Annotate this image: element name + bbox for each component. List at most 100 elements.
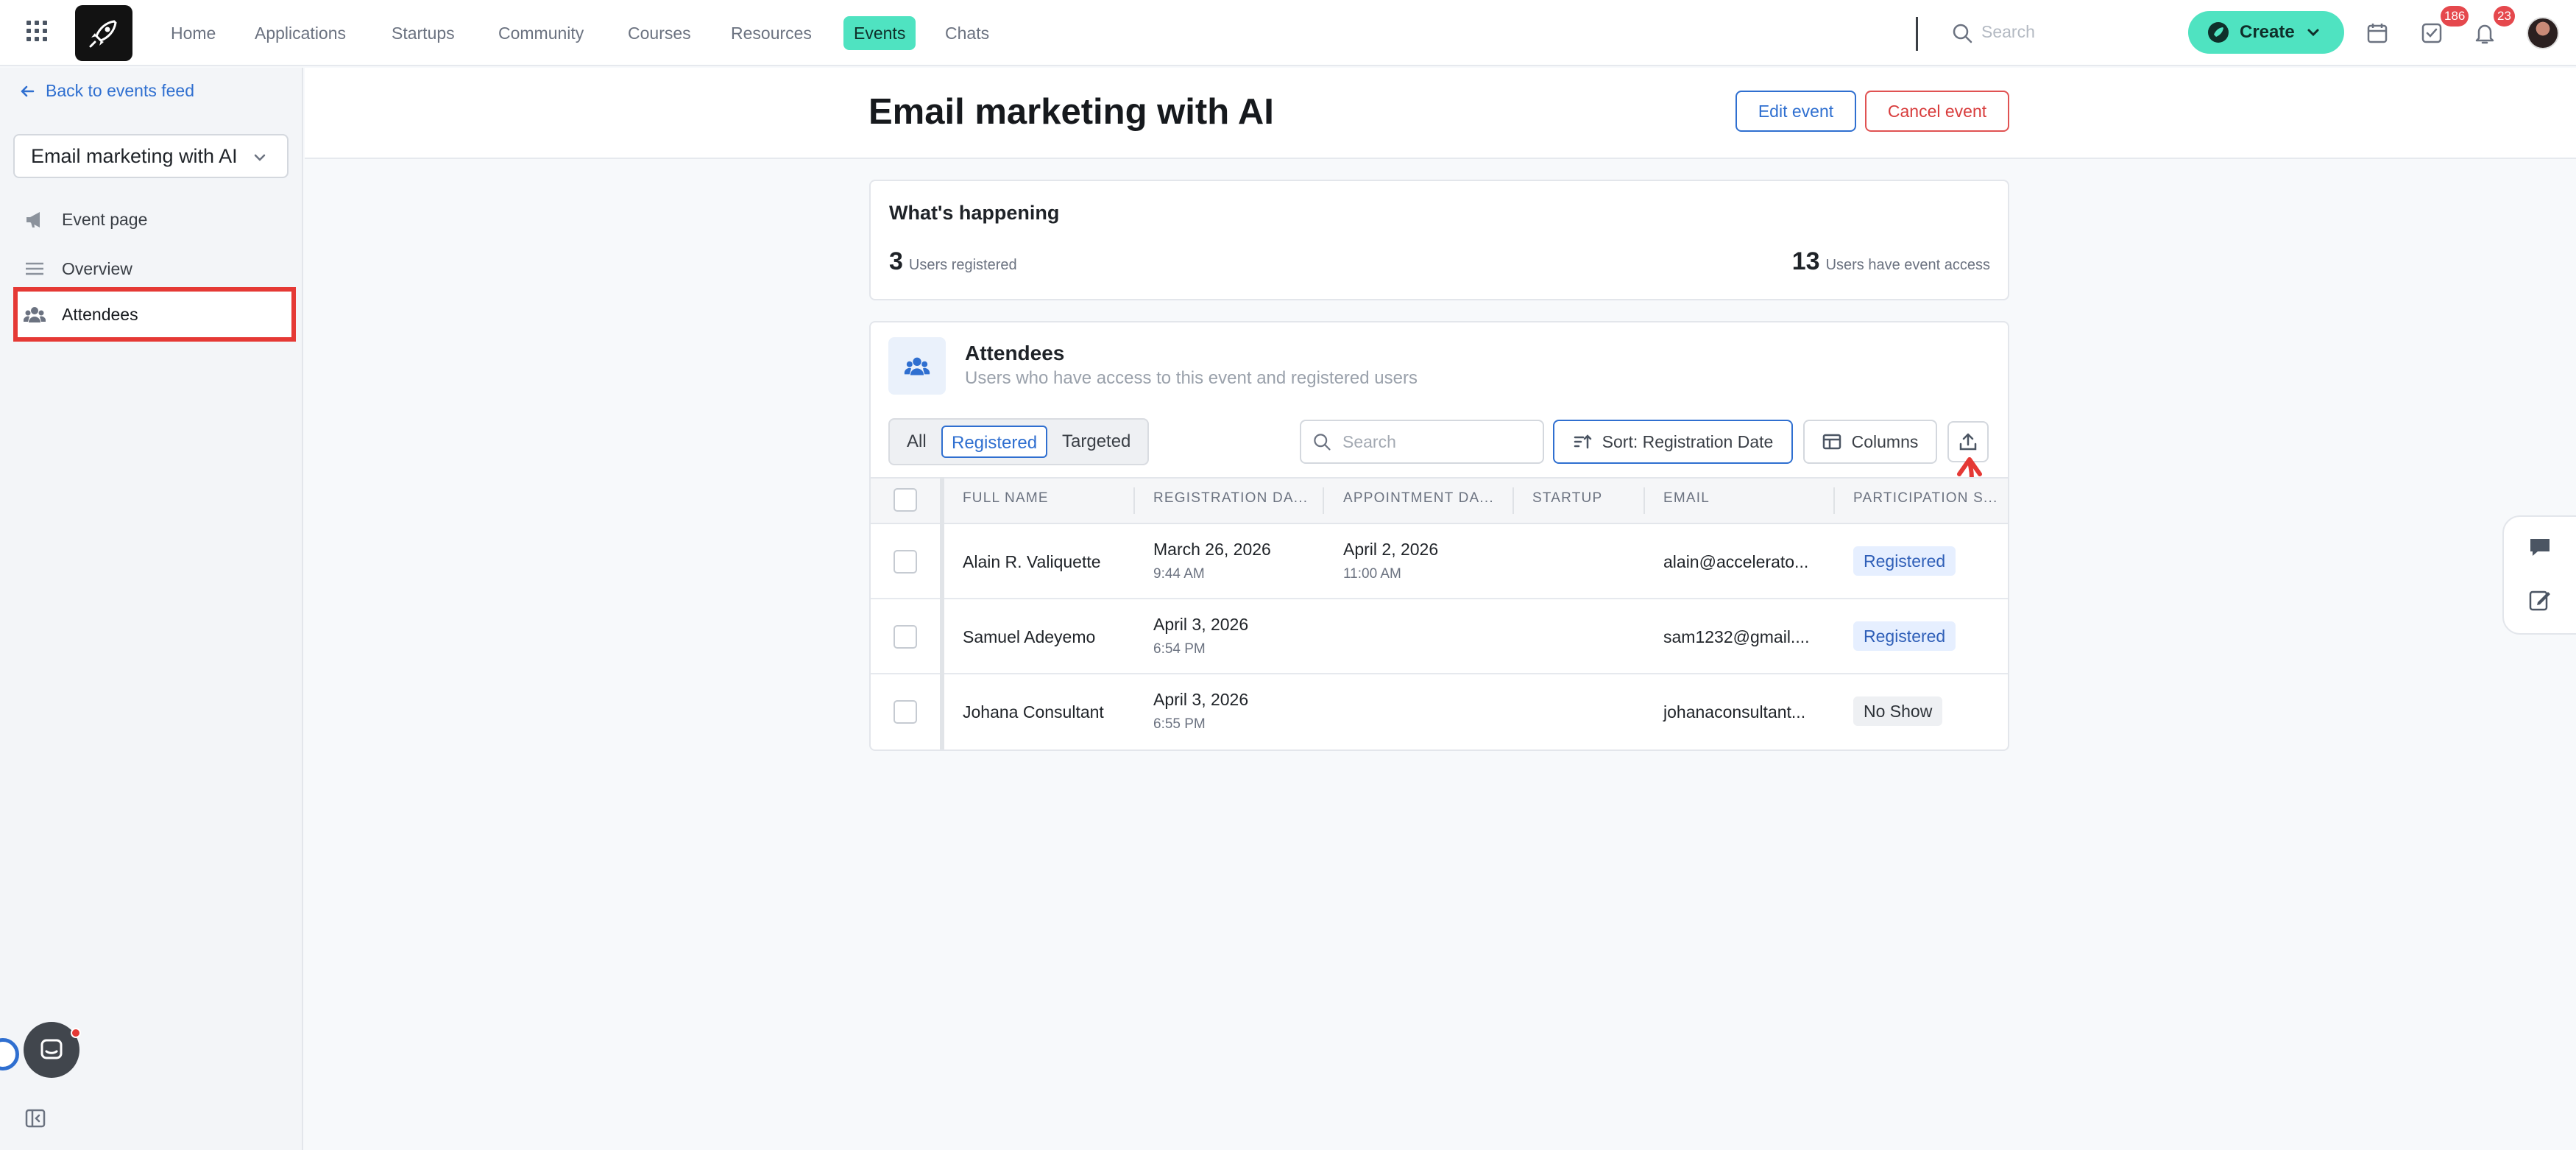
back-link-label: Back to events feed [46, 81, 195, 100]
tasks-badge: 186 [2441, 6, 2469, 27]
sort-icon [1574, 434, 1591, 449]
rocket-icon [2208, 22, 2229, 43]
appointment-time: 11:00 AM [1343, 566, 1401, 582]
access-count: 13 [1791, 247, 1820, 275]
nav-resources[interactable]: Resources [731, 0, 812, 66]
upload-icon [1959, 433, 1977, 451]
apps-grid-icon[interactable] [26, 21, 47, 41]
status-badge: No Show [1853, 696, 1943, 726]
column-divider[interactable] [1643, 487, 1645, 514]
attendees-title: Attendees [965, 342, 1065, 364]
rocket-logo-icon[interactable] [75, 5, 132, 61]
select-all-checkbox[interactable] [894, 488, 917, 512]
column-header-appointment-date[interactable]: APPOINTMENT DA... [1343, 490, 1494, 507]
arrow-left-icon [21, 85, 35, 96]
event-select[interactable]: Email marketing with AI [13, 134, 289, 178]
megaphone-icon [26, 212, 40, 227]
column-header-full-name[interactable]: FULL NAME [963, 490, 1049, 507]
whats-happening-card [869, 180, 2009, 300]
column-header-email[interactable]: EMAIL [1663, 490, 1710, 507]
row-checkbox[interactable] [894, 625, 917, 649]
sidebar: Back to events feed Email marketing with… [0, 68, 303, 1150]
users-icon [24, 307, 46, 322]
access-stat: 13 Users have event access [1792, 247, 1990, 276]
row-checkbox[interactable] [894, 700, 917, 724]
user-avatar[interactable] [2527, 17, 2559, 49]
registration-date: April 3, 2026 [1153, 690, 1249, 709]
nav-applications[interactable]: Applications [255, 0, 346, 66]
filter-targeted[interactable]: Targeted [1062, 426, 1130, 458]
filter-registered[interactable]: Registered [941, 426, 1048, 458]
edit-icon[interactable] [2527, 588, 2552, 613]
collapse-sidebar-icon[interactable] [25, 1109, 46, 1128]
access-label: Users have event access [1825, 257, 1990, 273]
sidebar-item-label: Overview [62, 258, 132, 278]
chevron-down-icon [2307, 29, 2319, 37]
registered-stat: 3 Users registered [889, 247, 1017, 276]
create-button[interactable]: Create [2188, 11, 2344, 54]
nav-events[interactable]: Events [843, 16, 916, 50]
email-cell: johanaconsultant... [1663, 702, 1806, 722]
registration-time: 6:54 PM [1153, 641, 1206, 657]
chevron-down-icon [254, 154, 266, 161]
email-cell: alain@accelerato... [1663, 552, 1809, 571]
page-title: Email marketing with AI [868, 92, 1274, 132]
search-icon[interactable] [1950, 21, 1974, 45]
users-icon [904, 357, 930, 375]
global-search-input[interactable]: Search [1981, 22, 2035, 42]
attendees-icon-box [888, 337, 946, 395]
cancel-event-button[interactable]: Cancel event [1865, 91, 2009, 132]
attendee-name: Johana Consultant [963, 702, 1104, 722]
sidebar-item-attendees[interactable]: Attendees [24, 300, 138, 329]
registered-count: 3 [889, 247, 903, 275]
event-select-value: Email marketing with AI [31, 144, 238, 167]
sort-button[interactable]: Sort: Registration Date [1553, 420, 1793, 464]
whats-happening-title: What's happening [889, 202, 1060, 224]
column-header-startup[interactable]: STARTUP [1532, 490, 1602, 507]
search-icon [1314, 434, 1331, 451]
tasks-icon[interactable] [2419, 21, 2444, 46]
row-checkbox[interactable] [894, 550, 917, 574]
column-divider[interactable] [1323, 487, 1324, 514]
attendee-search-placeholder: Search [1342, 431, 1396, 451]
email-cell: sam1232@gmail.... [1663, 627, 1810, 646]
notifications-badge: 23 [2494, 6, 2515, 27]
attendees-subtitle: Users who have access to this event and … [965, 368, 1418, 388]
column-divider[interactable] [1833, 487, 1835, 514]
registered-label: Users registered [908, 257, 1017, 273]
filter-all[interactable]: All [907, 426, 927, 458]
back-to-events-link[interactable]: Back to events feed [19, 81, 194, 101]
page-header [305, 68, 2576, 159]
column-header-registration-date[interactable]: REGISTRATION DA... [1153, 490, 1308, 507]
column-divider[interactable] [1133, 487, 1135, 514]
column-divider[interactable] [1512, 487, 1514, 514]
nav-home[interactable]: Home [171, 0, 216, 66]
sidebar-item-overview[interactable]: Overview [24, 254, 132, 283]
nav-divider [1916, 17, 1918, 51]
bell-icon[interactable] [2472, 21, 2497, 46]
appointment-date: April 2, 2026 [1343, 540, 1439, 559]
chat-unread-dot [71, 1028, 81, 1038]
frozen-column-divider [940, 477, 944, 749]
status-badge: Registered [1853, 546, 1956, 576]
create-button-label: Create [2240, 22, 2295, 42]
edit-event-button[interactable]: Edit event [1735, 91, 1856, 132]
registration-time: 6:55 PM [1153, 716, 1206, 732]
nav-community[interactable]: Community [498, 0, 584, 66]
sidebar-item-label: Attendees [62, 304, 138, 324]
list-icon [26, 262, 43, 275]
column-header-participation-status[interactable]: PARTICIPATION S... [1853, 490, 2000, 507]
calendar-icon[interactable] [2365, 21, 2390, 46]
comment-icon[interactable] [2527, 535, 2552, 560]
sidebar-item-event-page[interactable]: Event page [24, 205, 147, 234]
nav-chats[interactable]: Chats [945, 0, 989, 66]
attendee-search-input[interactable]: Search [1300, 420, 1544, 464]
attendee-name: Alain R. Valiquette [963, 552, 1101, 571]
top-navigation: Home Applications Startups Community Cou… [0, 0, 2576, 66]
status-badge: Registered [1853, 621, 1956, 651]
sidebar-item-label: Event page [62, 209, 148, 229]
nav-courses[interactable]: Courses [628, 0, 691, 66]
feedback-panel [2502, 515, 2576, 635]
registration-date: March 26, 2026 [1153, 540, 1271, 559]
nav-startups[interactable]: Startups [392, 0, 455, 66]
